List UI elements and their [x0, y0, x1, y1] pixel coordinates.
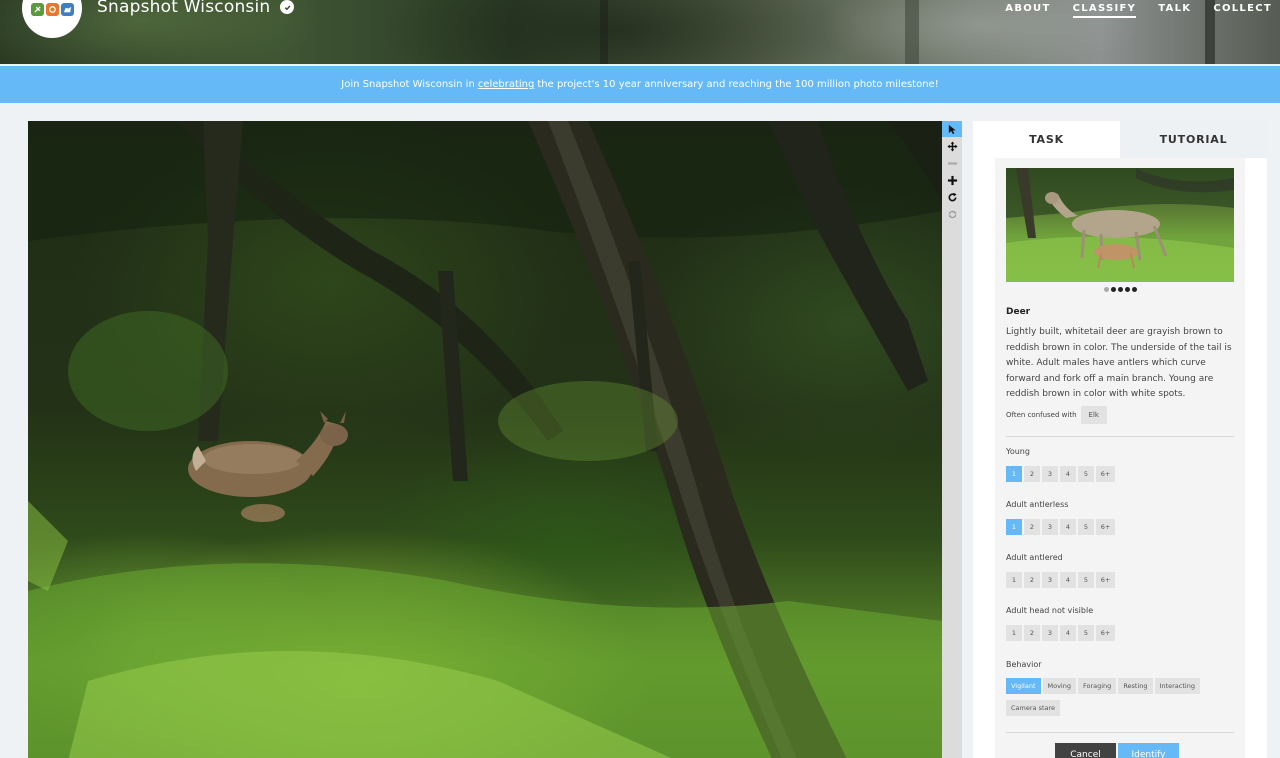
count-option-button[interactable]: 3	[1042, 519, 1058, 535]
behavior-options: Camera stare	[1006, 700, 1061, 716]
identify-button[interactable]: Identify	[1118, 743, 1179, 758]
count-option-button[interactable]: 4	[1060, 625, 1076, 641]
header-tree	[600, 0, 608, 64]
species-example-image	[1006, 168, 1234, 282]
behavior-option-button[interactable]: Interacting	[1154, 678, 1200, 694]
cancel-button[interactable]: Cancel	[1055, 743, 1116, 758]
site-header: Snapshot Wisconsin ABOUT CLASSIFY TALK C…	[0, 0, 1280, 64]
subject-image[interactable]	[28, 121, 942, 758]
count-option-button[interactable]: 1	[1006, 625, 1022, 641]
count-option-button[interactable]: 3	[1042, 466, 1058, 482]
divider	[1006, 732, 1234, 733]
count-option-button[interactable]: 2	[1024, 625, 1040, 641]
carousel-dot[interactable]	[1124, 287, 1130, 292]
count-option-button[interactable]: 5	[1078, 625, 1094, 641]
confused-with: Often confused with Elk	[1006, 406, 1107, 424]
header-tree	[905, 0, 919, 64]
banner-text-suffix: the project's 10 year anniversary and re…	[537, 79, 939, 90]
count-option-button[interactable]: 5	[1078, 572, 1094, 588]
verified-icon	[280, 0, 295, 14]
animal-icon	[60, 3, 74, 16]
project-title[interactable]: Snapshot Wisconsin	[97, 0, 295, 17]
leaf-icon	[30, 3, 44, 16]
count-option-button[interactable]: 2	[1024, 572, 1040, 588]
zoom-in-icon[interactable]	[942, 172, 962, 188]
count-option-button[interactable]: 1	[1006, 519, 1022, 535]
task-panel: TASK TUTORIAL Deer Lightly built, whitet…	[973, 121, 1267, 758]
count-option-button[interactable]: 4	[1060, 519, 1076, 535]
nav-collect[interactable]: COLLECT	[1213, 3, 1272, 18]
species-name: Deer	[1006, 307, 1031, 317]
banner-link[interactable]: celebrating	[478, 79, 535, 90]
count-option-button[interactable]: 3	[1042, 625, 1058, 641]
count-options: 1 2 3 4 5 6+	[1006, 519, 1115, 535]
count-option-button[interactable]: 1	[1006, 572, 1022, 588]
count-option-button[interactable]: 6+	[1096, 519, 1115, 535]
count-option-button[interactable]: 1	[1006, 466, 1022, 482]
confused-species-chip[interactable]: Elk	[1080, 406, 1107, 424]
announcement-banner: Join Snapshot Wisconsin in celebrating t…	[0, 66, 1280, 103]
confused-with-label: Often confused with	[1006, 411, 1077, 419]
question-label: Adult head not visible	[1006, 606, 1094, 615]
behavior-option-button[interactable]: Vigilant	[1006, 678, 1041, 694]
move-icon[interactable]	[942, 138, 962, 154]
behavior-option-button[interactable]: Camera stare	[1006, 700, 1061, 716]
sun-icon	[45, 3, 59, 16]
carousel-dot[interactable]	[1103, 287, 1109, 292]
count-option-button[interactable]: 3	[1042, 572, 1058, 588]
count-options: 1 2 3 4 5 6+	[1006, 466, 1115, 482]
zoom-out-icon[interactable]	[942, 155, 962, 171]
behavior-label: Behavior	[1006, 660, 1042, 669]
divider	[1006, 436, 1234, 437]
count-option-button[interactable]: 5	[1078, 466, 1094, 482]
question-label: Adult antlerless	[1006, 500, 1069, 509]
count-option-button[interactable]: 4	[1060, 466, 1076, 482]
tab-tutorial[interactable]: TUTORIAL	[1120, 121, 1267, 158]
behavior-option-button[interactable]: Foraging	[1077, 678, 1117, 694]
nav-talk[interactable]: TALK	[1158, 3, 1191, 18]
action-buttons: Cancel Identify	[1055, 743, 1179, 758]
count-options: 1 2 3 4 5 6+	[1006, 625, 1115, 641]
reset-icon[interactable]	[942, 206, 962, 222]
question-label: Young	[1006, 447, 1030, 456]
count-option-button[interactable]: 6+	[1096, 625, 1115, 641]
behavior-option-button[interactable]: Moving	[1042, 678, 1076, 694]
question-label: Adult antlered	[1006, 553, 1063, 562]
rotate-icon[interactable]	[942, 189, 962, 205]
count-option-button[interactable]: 5	[1078, 519, 1094, 535]
carousel-dot[interactable]	[1131, 287, 1137, 292]
species-details: Deer Lightly built, whitetail deer are g…	[995, 158, 1245, 758]
count-options: 1 2 3 4 5 6+	[1006, 572, 1115, 588]
behavior-options: Vigilant Moving Foraging Resting Interacting	[1006, 678, 1200, 694]
count-option-button[interactable]: 2	[1024, 519, 1040, 535]
viewer-toolbar	[942, 121, 962, 758]
carousel-dot[interactable]	[1110, 287, 1116, 292]
panel-tabs: TASK TUTORIAL	[973, 121, 1267, 158]
carousel-dot[interactable]	[1117, 287, 1123, 292]
tab-task[interactable]: TASK	[973, 121, 1120, 158]
image-carousel-dots	[995, 287, 1245, 292]
banner-text-prefix: Join Snapshot Wisconsin in	[341, 79, 475, 90]
behavior-option-button[interactable]: Resting	[1118, 678, 1153, 694]
species-description: Lightly built, whitetail deer are grayis…	[1006, 327, 1232, 399]
nav-about[interactable]: ABOUT	[1005, 3, 1050, 18]
count-option-button[interactable]: 6+	[1096, 466, 1115, 482]
project-nav: ABOUT CLASSIFY TALK COLLECT	[1005, 3, 1272, 18]
project-title-text[interactable]: Snapshot Wisconsin	[97, 0, 270, 17]
cursor-icon[interactable]	[942, 121, 962, 137]
nav-classify[interactable]: CLASSIFY	[1072, 3, 1137, 18]
count-option-button[interactable]: 2	[1024, 466, 1040, 482]
count-option-button[interactable]: 4	[1060, 572, 1076, 588]
forest-scene	[28, 121, 942, 758]
count-option-button[interactable]: 6+	[1096, 572, 1115, 588]
